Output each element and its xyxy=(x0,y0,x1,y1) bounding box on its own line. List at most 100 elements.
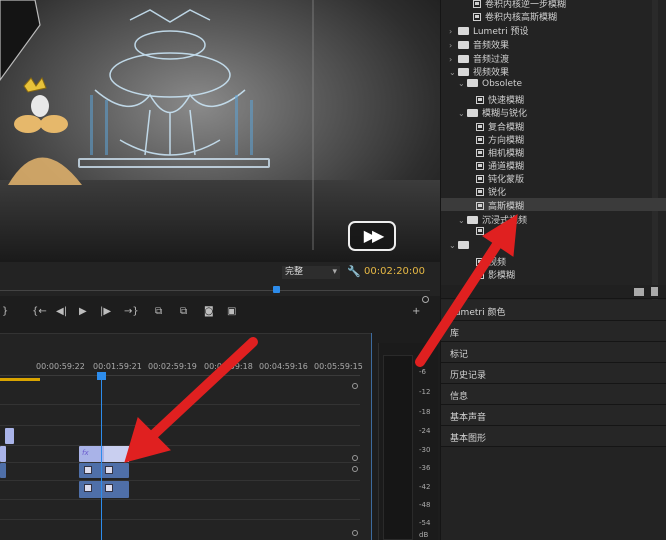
tree-item-selected[interactable]: 高斯模糊 xyxy=(476,199,524,212)
db-label: -6 xyxy=(419,368,426,376)
ruler-timecode: 00:01:59:21 xyxy=(93,362,142,371)
transport-controls: } {← ◀| ▶ |▶ →} ⧉ ⧉ ◙ ▣ + xyxy=(0,306,440,326)
shelf-outline xyxy=(78,158,270,168)
go-to-in-icon[interactable]: {← xyxy=(32,306,47,317)
tree-folder[interactable]: › Lumetri 预设 xyxy=(449,24,528,37)
monitor-playhead[interactable] xyxy=(273,286,280,293)
folder-icon xyxy=(458,41,469,49)
scroll-handle[interactable] xyxy=(352,530,358,536)
new-bin-folder-icon[interactable] xyxy=(634,288,644,296)
db-label: -54 xyxy=(419,519,431,527)
export-frame-icon[interactable]: ◙ xyxy=(204,306,214,317)
audio-clip[interactable] xyxy=(79,463,129,478)
step-back-icon[interactable]: ◀| xyxy=(56,306,67,317)
audio-clip[interactable] xyxy=(79,481,129,498)
tree-item[interactable]: 卷积内核高斯模糊 xyxy=(473,10,557,23)
effect-icon xyxy=(476,96,484,104)
tree-item[interactable] xyxy=(476,227,488,237)
effect-icon xyxy=(476,175,484,183)
audio-clip[interactable] xyxy=(0,463,6,478)
timeline-playhead-line[interactable] xyxy=(101,372,102,540)
video-clip[interactable] xyxy=(5,428,14,444)
scroll-handle[interactable] xyxy=(352,383,358,389)
tree-item[interactable]: 通道模糊 xyxy=(476,159,524,172)
scroll-handle[interactable] xyxy=(352,466,358,472)
chevron-down-icon[interactable]: ⌄ xyxy=(458,109,467,118)
tree-item[interactable]: 视频 xyxy=(476,255,506,268)
effect-icon xyxy=(476,188,484,196)
tree-folder[interactable]: › 音频过渡 xyxy=(449,52,509,65)
time-ruler[interactable] xyxy=(0,375,360,376)
track-divider xyxy=(0,499,360,500)
tree-item[interactable]: 影模糊 xyxy=(476,268,515,281)
tree-item[interactable]: 快速模糊 xyxy=(476,93,524,106)
track-divider xyxy=(0,404,360,405)
monitor-scrub-track[interactable] xyxy=(0,290,430,291)
scroll-handle[interactable] xyxy=(352,455,358,461)
clip-icon xyxy=(84,484,92,492)
tree-item[interactable]: 复合模糊 xyxy=(476,120,524,133)
video-clip-segment[interactable] xyxy=(104,446,129,462)
folder-icon xyxy=(458,55,469,63)
trash-icon[interactable] xyxy=(651,287,658,296)
fit-zoom-select[interactable]: 完整 xyxy=(282,266,340,279)
chevron-down-icon[interactable]: ⌄ xyxy=(449,241,458,250)
step-forward-icon[interactable]: |▶ xyxy=(100,306,111,317)
chevron-down-icon[interactable]: ⌄ xyxy=(449,68,458,77)
tree-item[interactable]: 钝化蒙版 xyxy=(476,172,524,185)
chevron-down-icon[interactable]: ⌄ xyxy=(458,79,467,88)
mark-out-icon[interactable]: } xyxy=(2,306,8,317)
panel-tab-markers[interactable]: 标记 xyxy=(441,342,666,363)
clip-icon xyxy=(84,466,92,474)
comparison-view-icon[interactable]: ▣ xyxy=(227,306,236,317)
folder-icon xyxy=(467,216,478,224)
chevron-right-icon[interactable]: › xyxy=(449,41,458,50)
panel-tab-info[interactable]: 信息 xyxy=(441,384,666,405)
work-area-bar[interactable] xyxy=(0,378,40,381)
ruler-timecode: 00:02:59:19 xyxy=(148,362,197,371)
extract-icon[interactable]: ⧉ xyxy=(180,306,187,317)
db-label: -30 xyxy=(419,446,431,454)
chevron-right-icon[interactable]: › xyxy=(449,27,458,36)
go-to-out-icon[interactable]: →} xyxy=(124,306,139,317)
tree-item[interactable]: 方向模糊 xyxy=(476,133,524,146)
ruler-timecode: 00:05:59:15 xyxy=(314,362,363,371)
tree-folder[interactable]: ⌄ 沉浸式视频 xyxy=(458,213,527,226)
fx-badge: fx xyxy=(82,449,89,457)
tree-folder[interactable]: ⌄ 模糊与锐化 xyxy=(458,106,527,119)
video-clip[interactable] xyxy=(0,446,6,462)
effect-icon xyxy=(476,162,484,170)
tree-folder[interactable]: ⌄ Obsolete xyxy=(458,79,522,89)
panel-tab-essential-sound[interactable]: 基本声音 xyxy=(441,405,666,426)
panel-tab-lumetri-color[interactable]: Lumetri 颜色 xyxy=(441,300,666,321)
db-label: -48 xyxy=(419,501,431,509)
tree-folder[interactable]: ⌄ xyxy=(449,241,473,251)
ruler-timecode: 00:03:59:18 xyxy=(204,362,253,371)
panel-tab-essential-graphics[interactable]: 基本图形 xyxy=(441,426,666,447)
fast-forward-overlay-icon[interactable]: ▶▶ xyxy=(348,221,396,251)
video-clip-selected[interactable]: fx xyxy=(79,446,129,462)
tree-folder[interactable]: ⌄ 视频效果 xyxy=(449,65,509,78)
chevron-right-icon[interactable]: › xyxy=(449,55,458,64)
effect-icon xyxy=(476,258,484,266)
tree-folder[interactable]: › 音频效果 xyxy=(449,38,509,51)
timeline-playhead-handle[interactable] xyxy=(97,372,106,380)
panel-tab-libraries[interactable]: 库 xyxy=(441,321,666,342)
add-button-icon[interactable]: + xyxy=(412,306,420,317)
tree-item[interactable]: 卷积内核逆一步模糊 xyxy=(473,0,566,10)
panel-scrollbar[interactable] xyxy=(652,0,658,300)
folder-icon xyxy=(467,79,478,87)
wrench-icon[interactable]: 🔧 xyxy=(347,265,361,278)
play-icon[interactable]: ▶ xyxy=(79,306,87,317)
lift-icon[interactable]: ⧉ xyxy=(155,306,162,317)
effect-icon xyxy=(476,227,484,235)
tree-item[interactable]: 锐化 xyxy=(476,185,506,198)
tree-item[interactable]: 相机模糊 xyxy=(476,146,524,159)
chevron-down-icon[interactable]: ⌄ xyxy=(458,216,467,225)
effect-icon xyxy=(476,149,484,157)
monitor-zoom-handle[interactable] xyxy=(422,296,429,303)
panel-tab-history[interactable]: 历史记录 xyxy=(441,363,666,384)
program-monitor: ▶▶ xyxy=(0,0,440,268)
folder-icon xyxy=(458,27,469,35)
ruler-timecode: 00:00:59:22 xyxy=(36,362,85,371)
